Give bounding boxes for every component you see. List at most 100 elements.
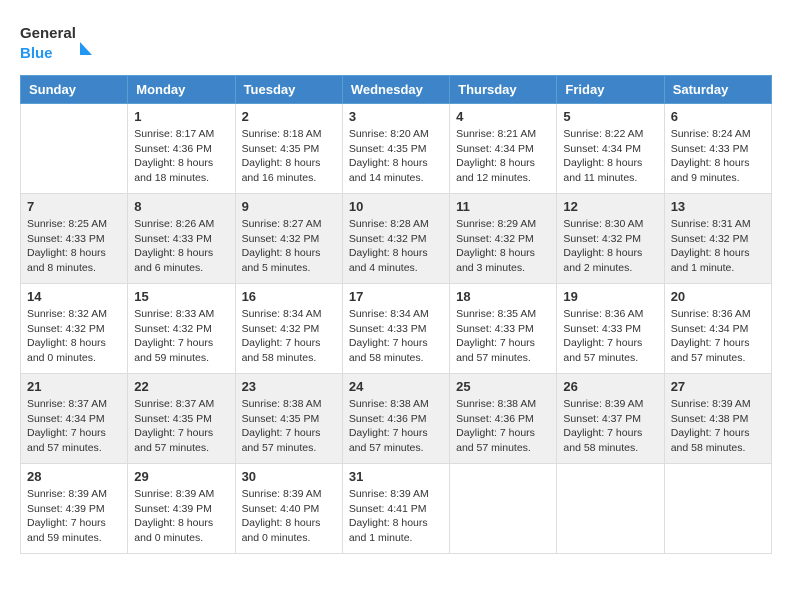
calendar-cell: 20Sunrise: 8:36 AM Sunset: 4:34 PM Dayli… (664, 284, 771, 374)
day-info: Sunrise: 8:30 AM Sunset: 4:32 PM Dayligh… (563, 217, 657, 276)
page-header: General Blue (20, 20, 772, 65)
day-info: Sunrise: 8:39 AM Sunset: 4:41 PM Dayligh… (349, 487, 443, 546)
day-number: 21 (27, 379, 121, 394)
calendar-cell: 3 Sunrise: 8:20 AM Sunset: 4:35 PM Daylig… (342, 104, 449, 194)
calendar-cell: 8 Sunrise: 8:26 AM Sunset: 4:33 PM Daylig… (128, 194, 235, 284)
calendar-week-2: 7 Sunrise: 8:25 AM Sunset: 4:33 PM Daylig… (21, 194, 772, 284)
calendar-cell: 16Sunrise: 8:34 AM Sunset: 4:32 PM Dayli… (235, 284, 342, 374)
day-number: 7 (27, 199, 121, 214)
day-info: Sunrise: 8:26 AM Sunset: 4:33 PM Dayligh… (134, 217, 228, 276)
calendar-cell: 17 Sunrise: 8:34 AM Sunset: 4:33 PM Dayli… (342, 284, 449, 374)
day-number: 19 (563, 289, 657, 304)
calendar-table: SundayMondayTuesdayWednesdayThursdayFrid… (20, 75, 772, 554)
calendar-cell: 1 Sunrise: 8:17 AM Sunset: 4:36 PM Daylig… (128, 104, 235, 194)
day-info: Sunrise: 8:39 AM Sunset: 4:37 PM Dayligh… (563, 397, 657, 456)
day-info: Sunrise: 8:31 AM Sunset: 4:32 PM Dayligh… (671, 217, 765, 276)
calendar-cell: 23Sunrise: 8:38 AM Sunset: 4:35 PM Dayli… (235, 374, 342, 464)
calendar-cell (557, 464, 664, 554)
calendar-cell: 25 Sunrise: 8:38 AM Sunset: 4:36 PM Dayli… (450, 374, 557, 464)
calendar-cell: 30 Sunrise: 8:39 AM Sunset: 4:40 PM Dayli… (235, 464, 342, 554)
day-number: 8 (134, 199, 228, 214)
calendar-cell: 13 Sunrise: 8:31 AM Sunset: 4:32 PM Dayli… (664, 194, 771, 284)
weekday-header-row: SundayMondayTuesdayWednesdayThursdayFrid… (21, 76, 772, 104)
day-number: 9 (242, 199, 336, 214)
weekday-header-saturday: Saturday (664, 76, 771, 104)
calendar-cell: 10Sunrise: 8:28 AM Sunset: 4:32 PM Dayli… (342, 194, 449, 284)
day-number: 2 (242, 109, 336, 124)
calendar-cell: 22Sunrise: 8:37 AM Sunset: 4:35 PM Dayli… (128, 374, 235, 464)
logo: General Blue (20, 20, 100, 65)
day-number: 24 (349, 379, 443, 394)
calendar-cell (450, 464, 557, 554)
day-number: 16 (242, 289, 336, 304)
calendar-cell: 7 Sunrise: 8:25 AM Sunset: 4:33 PM Daylig… (21, 194, 128, 284)
day-number: 31 (349, 469, 443, 484)
calendar-cell: 18 Sunrise: 8:35 AM Sunset: 4:33 PM Dayli… (450, 284, 557, 374)
day-info: Sunrise: 8:39 AM Sunset: 4:39 PM Dayligh… (27, 487, 121, 546)
day-info: Sunrise: 8:22 AM Sunset: 4:34 PM Dayligh… (563, 127, 657, 186)
calendar-week-1: 1 Sunrise: 8:17 AM Sunset: 4:36 PM Daylig… (21, 104, 772, 194)
svg-text:General: General (20, 25, 76, 42)
day-info: Sunrise: 8:25 AM Sunset: 4:33 PM Dayligh… (27, 217, 121, 276)
weekday-header-sunday: Sunday (21, 76, 128, 104)
day-info: Sunrise: 8:38 AM Sunset: 4:36 PM Dayligh… (349, 397, 443, 456)
calendar-week-4: 21 Sunrise: 8:37 AM Sunset: 4:34 PM Dayli… (21, 374, 772, 464)
calendar-cell: 28Sunrise: 8:39 AM Sunset: 4:39 PM Dayli… (21, 464, 128, 554)
day-info: Sunrise: 8:24 AM Sunset: 4:33 PM Dayligh… (671, 127, 765, 186)
day-info: Sunrise: 8:32 AM Sunset: 4:32 PM Dayligh… (27, 307, 121, 366)
day-info: Sunrise: 8:39 AM Sunset: 4:38 PM Dayligh… (671, 397, 765, 456)
calendar-cell (21, 104, 128, 194)
calendar-week-5: 28Sunrise: 8:39 AM Sunset: 4:39 PM Dayli… (21, 464, 772, 554)
calendar-cell: 31 Sunrise: 8:39 AM Sunset: 4:41 PM Dayli… (342, 464, 449, 554)
day-number: 26 (563, 379, 657, 394)
day-info: Sunrise: 8:39 AM Sunset: 4:40 PM Dayligh… (242, 487, 336, 546)
day-number: 23 (242, 379, 336, 394)
day-number: 3 (349, 109, 443, 124)
day-info: Sunrise: 8:33 AM Sunset: 4:32 PM Dayligh… (134, 307, 228, 366)
weekday-header-friday: Friday (557, 76, 664, 104)
day-info: Sunrise: 8:37 AM Sunset: 4:34 PM Dayligh… (27, 397, 121, 456)
day-info: Sunrise: 8:20 AM Sunset: 4:35 PM Dayligh… (349, 127, 443, 186)
day-number: 1 (134, 109, 228, 124)
day-number: 6 (671, 109, 765, 124)
day-number: 18 (456, 289, 550, 304)
calendar-cell: 15Sunrise: 8:33 AM Sunset: 4:32 PM Dayli… (128, 284, 235, 374)
day-number: 25 (456, 379, 550, 394)
calendar-cell: 5 Sunrise: 8:22 AM Sunset: 4:34 PM Daylig… (557, 104, 664, 194)
day-number: 30 (242, 469, 336, 484)
day-info: Sunrise: 8:36 AM Sunset: 4:33 PM Dayligh… (563, 307, 657, 366)
calendar-cell: 21 Sunrise: 8:37 AM Sunset: 4:34 PM Dayli… (21, 374, 128, 464)
day-number: 14 (27, 289, 121, 304)
calendar-cell (664, 464, 771, 554)
weekday-header-wednesday: Wednesday (342, 76, 449, 104)
day-number: 10 (349, 199, 443, 214)
day-number: 20 (671, 289, 765, 304)
day-info: Sunrise: 8:39 AM Sunset: 4:39 PM Dayligh… (134, 487, 228, 546)
day-info: Sunrise: 8:18 AM Sunset: 4:35 PM Dayligh… (242, 127, 336, 186)
weekday-header-monday: Monday (128, 76, 235, 104)
logo-svg: General Blue (20, 20, 100, 65)
weekday-header-tuesday: Tuesday (235, 76, 342, 104)
day-number: 4 (456, 109, 550, 124)
day-number: 12 (563, 199, 657, 214)
calendar-cell: 26 Sunrise: 8:39 AM Sunset: 4:37 PM Dayli… (557, 374, 664, 464)
calendar-week-3: 14 Sunrise: 8:32 AM Sunset: 4:32 PM Dayli… (21, 284, 772, 374)
day-info: Sunrise: 8:34 AM Sunset: 4:33 PM Dayligh… (349, 307, 443, 366)
day-info: Sunrise: 8:17 AM Sunset: 4:36 PM Dayligh… (134, 127, 228, 186)
calendar-cell: 12 Sunrise: 8:30 AM Sunset: 4:32 PM Dayli… (557, 194, 664, 284)
day-number: 5 (563, 109, 657, 124)
weekday-header-thursday: Thursday (450, 76, 557, 104)
calendar-cell: 19 Sunrise: 8:36 AM Sunset: 4:33 PM Dayli… (557, 284, 664, 374)
day-number: 17 (349, 289, 443, 304)
svg-text:Blue: Blue (20, 45, 53, 62)
day-info: Sunrise: 8:21 AM Sunset: 4:34 PM Dayligh… (456, 127, 550, 186)
calendar-cell: 9 Sunrise: 8:27 AM Sunset: 4:32 PM Daylig… (235, 194, 342, 284)
day-info: Sunrise: 8:38 AM Sunset: 4:36 PM Dayligh… (456, 397, 550, 456)
calendar-cell: 4 Sunrise: 8:21 AM Sunset: 4:34 PM Daylig… (450, 104, 557, 194)
day-info: Sunrise: 8:35 AM Sunset: 4:33 PM Dayligh… (456, 307, 550, 366)
day-info: Sunrise: 8:27 AM Sunset: 4:32 PM Dayligh… (242, 217, 336, 276)
calendar-cell: 14 Sunrise: 8:32 AM Sunset: 4:32 PM Dayli… (21, 284, 128, 374)
day-number: 27 (671, 379, 765, 394)
day-number: 13 (671, 199, 765, 214)
day-number: 29 (134, 469, 228, 484)
